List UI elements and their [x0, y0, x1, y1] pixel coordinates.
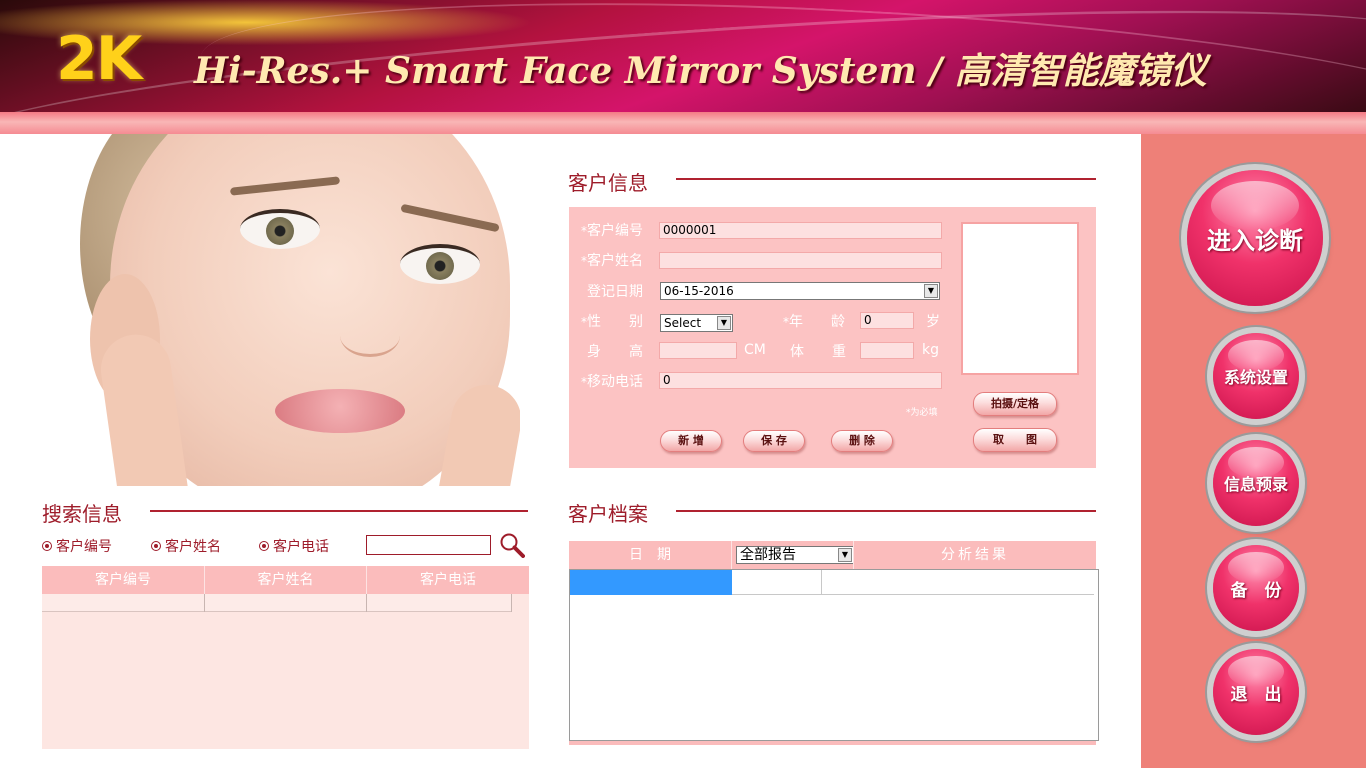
search-results-table[interactable] — [42, 594, 529, 749]
selected-row-cell[interactable] — [570, 570, 732, 595]
photo-preview — [961, 222, 1079, 375]
dropdown-arrow-icon[interactable]: ▼ — [924, 284, 938, 298]
customer-name-label: *客户姓名 — [581, 253, 643, 269]
search-results-header: 客户编号 客户姓名 客户电话 — [42, 566, 529, 594]
backup-button[interactable]: 备 份 — [1213, 545, 1299, 631]
phone-label: *移动电话 — [581, 374, 643, 390]
dropdown-arrow-icon[interactable]: ▼ — [838, 548, 852, 562]
table-cell[interactable] — [732, 570, 822, 595]
delete-button[interactable]: 删 除 — [831, 430, 893, 452]
section-divider — [150, 510, 528, 512]
height-label: 身 高 — [587, 344, 643, 360]
table-cell[interactable] — [822, 570, 1094, 595]
age-unit: 岁 — [926, 314, 940, 330]
logo: 2K — [56, 24, 142, 94]
column-header-result[interactable]: 分析结果 — [853, 541, 1096, 569]
weight-field[interactable] — [860, 342, 914, 359]
column-header-date[interactable]: 日 期 — [569, 541, 732, 569]
age-label: *年 龄 — [783, 314, 845, 330]
customer-archive-title: 客户档案 — [568, 502, 648, 526]
app-title: Hi-Res.+ Smart Face Mirror System / 高清智能… — [194, 50, 1207, 92]
search-info-title: 搜索信息 — [42, 502, 122, 526]
register-date-label: 登记日期 — [587, 284, 643, 300]
phone-field[interactable]: 0 — [659, 372, 942, 389]
archive-header: 日 期 全部报告 ▼ 分析结果 — [569, 541, 1096, 569]
column-header-name[interactable]: 客户姓名 — [205, 566, 367, 594]
exit-button[interactable]: 退 出 — [1213, 649, 1299, 735]
add-button[interactable]: 新 增 — [660, 430, 722, 452]
report-filter-select[interactable]: 全部报告 ▼ — [736, 546, 854, 564]
dropdown-arrow-icon[interactable]: ▼ — [717, 316, 731, 330]
radio-search-by-name[interactable]: 客户姓名 — [151, 536, 221, 556]
archive-footer-strip — [569, 741, 1096, 745]
weight-unit: kg — [922, 342, 939, 358]
section-divider — [676, 510, 1096, 512]
age-field[interactable]: 0 — [860, 312, 914, 329]
weight-label: 体 重 — [790, 344, 846, 360]
column-header-id[interactable]: 客户编号 — [42, 566, 205, 594]
table-row[interactable] — [42, 594, 512, 612]
section-divider — [676, 178, 1096, 180]
enter-diagnosis-button[interactable]: 进入诊断 — [1187, 170, 1323, 306]
register-date-picker[interactable]: 06-15-2016 ▼ — [660, 282, 940, 300]
system-settings-button[interactable]: 系统设置 — [1213, 333, 1299, 419]
header-stripe — [0, 112, 1366, 134]
radio-dot[interactable] — [259, 541, 269, 551]
required-note: *为必填 — [906, 408, 938, 418]
radio-dot[interactable] — [151, 541, 161, 551]
radio-search-by-phone[interactable]: 客户电话 — [259, 536, 329, 556]
search-icon[interactable] — [499, 532, 525, 558]
gender-select[interactable]: Select ▼ — [660, 314, 733, 332]
radio-search-by-id[interactable]: 客户编号 — [42, 536, 112, 556]
customer-info-title: 客户信息 — [568, 171, 648, 195]
face-photo — [70, 134, 520, 486]
height-unit: CM — [744, 342, 766, 358]
gender-label: *性 别 — [581, 314, 643, 330]
radio-dot[interactable] — [42, 541, 52, 551]
take-photo-button[interactable]: 取 图 — [973, 428, 1057, 452]
customer-name-field[interactable] — [659, 252, 942, 269]
save-button[interactable]: 保 存 — [743, 430, 805, 452]
search-input[interactable] — [366, 535, 491, 555]
height-field[interactable] — [659, 342, 737, 359]
capture-button[interactable]: 拍摄/定格 — [973, 392, 1057, 416]
app-header: 2K Hi-Res.+ Smart Face Mirror System / 高… — [0, 0, 1366, 112]
archive-table[interactable] — [569, 569, 1099, 741]
customer-id-label: *客户编号 — [581, 223, 643, 239]
customer-id-field[interactable]: 0000001 — [659, 222, 942, 239]
info-preentry-button[interactable]: 信息预录 — [1213, 440, 1299, 526]
column-header-phone[interactable]: 客户电话 — [367, 566, 529, 594]
